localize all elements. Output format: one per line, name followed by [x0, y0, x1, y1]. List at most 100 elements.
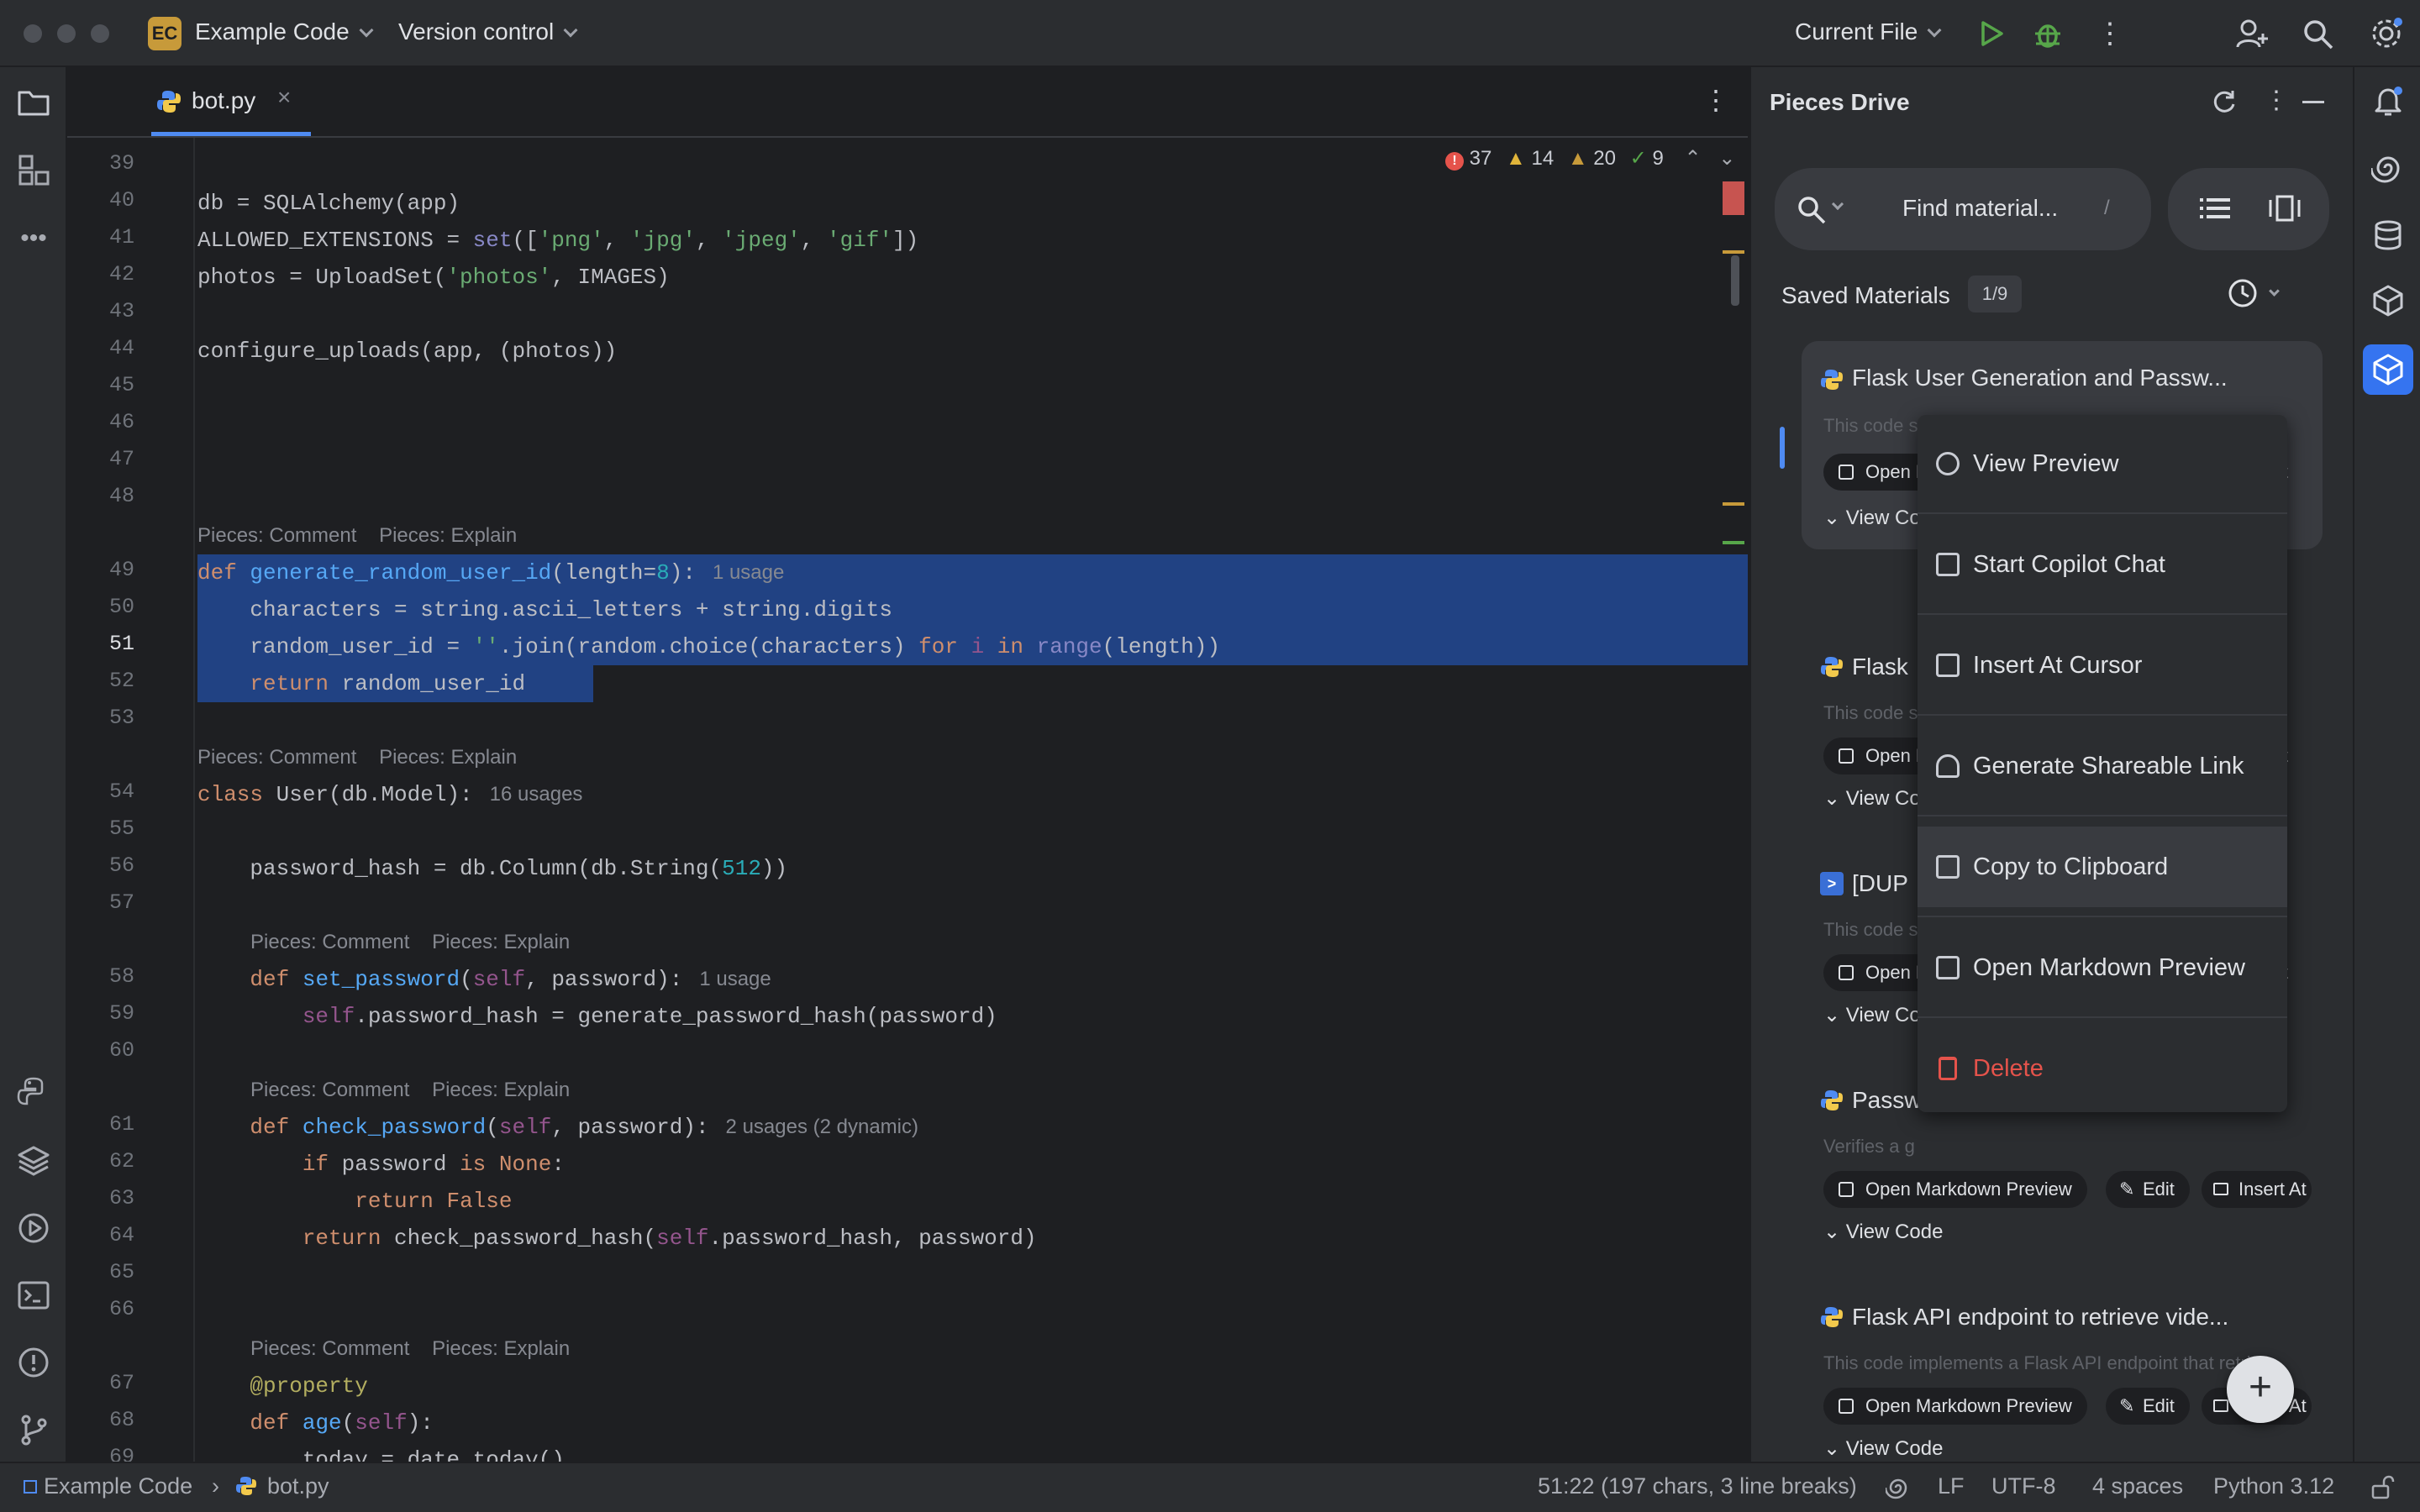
- pieces-comment-link[interactable]: Pieces: Comment: [250, 1079, 409, 1101]
- edit-chip[interactable]: ✎ Edit: [2106, 1388, 2190, 1425]
- editor-scrollbar[interactable]: [1731, 255, 1739, 306]
- sort-chevron-icon[interactable]: [2269, 286, 2280, 297]
- breadcrumb-project[interactable]: Example Code: [44, 1473, 192, 1499]
- line-number: 61: [108, 1112, 134, 1137]
- pieces-drive-toggle[interactable]: [2363, 344, 2413, 395]
- pieces-explain-link[interactable]: Pieces: Explain: [379, 524, 517, 547]
- pieces-explain-link[interactable]: Pieces: Explain: [432, 1337, 570, 1360]
- menu-item-start-copilot-chat[interactable]: Start Copilot Chat: [1918, 524, 2287, 605]
- next-highlight-icon[interactable]: ⌄: [1718, 147, 1735, 170]
- pieces-explain-link[interactable]: Pieces: Explain: [432, 931, 570, 953]
- gallery-view-icon[interactable]: [2267, 193, 2302, 223]
- menu-item-delete[interactable]: Delete: [1918, 1028, 2287, 1109]
- git-branch-icon[interactable]: [17, 1413, 50, 1446]
- layers-icon[interactable]: [17, 1144, 50, 1178]
- menu-item-view-preview[interactable]: View Preview: [1918, 423, 2287, 504]
- trash-icon: [1939, 1057, 1957, 1080]
- error-stripe-marker[interactable]: [1723, 250, 1744, 254]
- problems-icon[interactable]: [17, 1346, 50, 1379]
- open-markdown-chip[interactable]: Open Markdown Preview: [1823, 1388, 2087, 1425]
- menu-item-generate-shareable-link[interactable]: Generate Shareable Link: [1918, 726, 2287, 806]
- run-config-selector[interactable]: Current File: [1795, 18, 1942, 45]
- code-line: @property: [250, 1373, 368, 1399]
- usages-hint[interactable]: 16 usages: [490, 783, 583, 806]
- notifications-bell-icon[interactable]: [2371, 84, 2405, 118]
- project-selector[interactable]: Example Code: [195, 18, 374, 45]
- panel-title: Pieces Drive: [1770, 89, 1910, 115]
- panel-options-icon[interactable]: ⋮: [2264, 86, 2289, 115]
- menu-item-label: View Preview: [1973, 450, 2119, 477]
- pieces-comment-link[interactable]: Pieces: Comment: [250, 931, 409, 953]
- pieces-explain-link[interactable]: Pieces: Explain: [379, 746, 517, 769]
- pieces-explain-link[interactable]: Pieces: Explain: [432, 1079, 570, 1101]
- code-editor[interactable]: ! 37 ▲ 14 ▲ 20 ✓ 9 ⌃ ⌄ 39 40 41 42 43 44…: [67, 138, 1748, 1462]
- search-shortcut: /: [2104, 197, 2110, 219]
- debug-icon[interactable]: [2033, 18, 2062, 49]
- insert-at-chip[interactable]: Insert At: [2202, 1171, 2312, 1208]
- services-run-icon[interactable]: [17, 1211, 50, 1245]
- minimize-window-button[interactable]: [57, 24, 76, 43]
- view-code-toggle[interactable]: ⌄ View Code: [1823, 1220, 1943, 1244]
- database-icon[interactable]: [2371, 218, 2405, 252]
- inspection-widget[interactable]: ! 37 ▲ 14 ▲ 20 ✓ 9 ⌃ ⌄: [1445, 146, 1735, 176]
- tab-bot-py[interactable]: bot.py ×: [151, 67, 311, 136]
- python-console-icon[interactable]: [17, 1075, 50, 1109]
- prev-highlight-icon[interactable]: ⌃: [1684, 147, 1701, 170]
- pieces-comment-link[interactable]: Pieces: Comment: [197, 746, 356, 769]
- refresh-icon[interactable]: [2210, 87, 2238, 116]
- structure-icon[interactable]: [17, 153, 50, 186]
- search-mode-chevron-icon[interactable]: [1831, 197, 1844, 211]
- ai-assistant-spiral-icon[interactable]: [2371, 151, 2405, 185]
- menu-item-open-markdown-preview[interactable]: Open Markdown Preview: [1918, 927, 2287, 1008]
- tab-more-icon[interactable]: ⋮: [1702, 84, 1729, 116]
- open-markdown-chip[interactable]: Open Markdown Preview: [1823, 1171, 2087, 1208]
- pieces-drive-icon: [2373, 354, 2403, 386]
- add-material-button[interactable]: +: [2227, 1356, 2294, 1423]
- more-tools-icon[interactable]: •••: [17, 222, 50, 255]
- project-folder-icon[interactable]: [17, 86, 50, 119]
- code-line: characters = string.ascii_letters + stri…: [197, 597, 892, 622]
- terminal-icon[interactable]: [17, 1278, 50, 1312]
- python-interpreter[interactable]: Python 3.12: [2213, 1473, 2334, 1499]
- search-box[interactable]: Find material... /: [1775, 168, 2151, 250]
- error-stripe-marker[interactable]: [1723, 502, 1744, 506]
- line-number-gutter[interactable]: 39 40 41 42 43 44 45 46 47 48 49 50 51 5…: [67, 138, 193, 1462]
- list-view-icon[interactable]: [2200, 195, 2230, 222]
- more-actions-icon[interactable]: ⋮: [2096, 15, 2124, 52]
- chip-label: Open Markdown Preview: [1865, 1179, 2072, 1200]
- code-line: if password is None:: [302, 1152, 565, 1177]
- pieces-comment-link[interactable]: Pieces: Comment: [197, 524, 356, 547]
- error-stripe-marker[interactable]: [1723, 541, 1744, 544]
- line-separator[interactable]: LF: [1938, 1473, 1965, 1499]
- zoom-window-button[interactable]: [91, 24, 109, 43]
- indent-setting[interactable]: 4 spaces: [2092, 1473, 2183, 1499]
- caret-position[interactable]: 51:22 (197 chars, 3 line breaks): [1538, 1473, 1857, 1499]
- run-icon[interactable]: [1978, 20, 2005, 47]
- search-input[interactable]: Find material...: [1902, 195, 2058, 222]
- close-tab-icon[interactable]: ×: [277, 84, 291, 111]
- unlock-icon[interactable]: [2370, 1475, 2395, 1500]
- view-code-toggle[interactable]: ⌄ View Code: [1823, 1436, 1943, 1461]
- hide-panel-icon[interactable]: [2302, 101, 2324, 103]
- usages-hint[interactable]: 1 usage: [699, 968, 771, 990]
- add-user-icon[interactable]: [2235, 17, 2269, 50]
- pieces-copilot-icon[interactable]: [2371, 284, 2405, 318]
- edit-chip[interactable]: ✎ Edit: [2106, 1171, 2190, 1208]
- vcs-menu[interactable]: Version control: [398, 18, 578, 45]
- search-icon[interactable]: [2302, 18, 2334, 50]
- menu-divider: [1918, 1016, 2287, 1018]
- sort-recent-clock-icon[interactable]: [2227, 277, 2259, 309]
- usages-hint[interactable]: 1 usage: [713, 561, 784, 584]
- error-stripe-marker[interactable]: [1723, 181, 1744, 215]
- line-number: 45: [108, 373, 134, 397]
- close-window-button[interactable]: [24, 24, 42, 43]
- settings-gear-icon[interactable]: [2370, 17, 2403, 50]
- menu-item-copy-to-clipboard[interactable]: Copy to Clipboard: [1918, 827, 2287, 907]
- ok-count: 9: [1652, 147, 1664, 170]
- pieces-comment-link[interactable]: Pieces: Comment: [250, 1337, 409, 1360]
- usages-hint[interactable]: 2 usages (2 dynamic): [726, 1116, 918, 1138]
- menu-item-insert-at-cursor[interactable]: Insert At Cursor: [1918, 625, 2287, 706]
- breadcrumb-file[interactable]: bot.py: [267, 1473, 329, 1499]
- ai-assistant-status-icon[interactable]: [1886, 1475, 1911, 1500]
- file-encoding[interactable]: UTF-8: [1991, 1473, 2056, 1499]
